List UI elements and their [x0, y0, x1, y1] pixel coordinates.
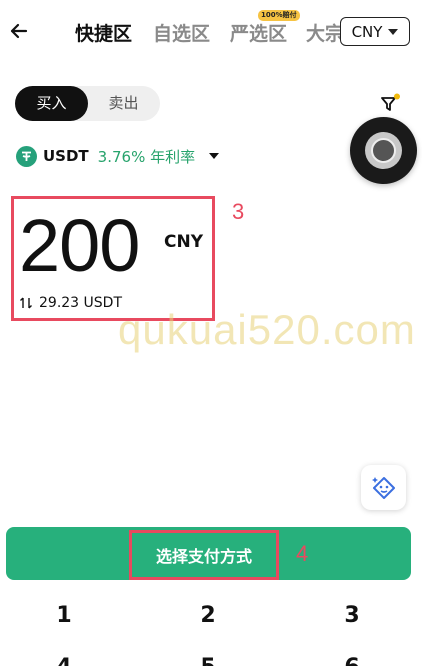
sparkle-face-icon: [371, 476, 395, 499]
converted-amount[interactable]: 29.23 USDT: [19, 295, 122, 311]
floating-action-button[interactable]: [350, 117, 417, 184]
coin-selector[interactable]: USDT 3.76% 年利率: [16, 145, 220, 167]
swap-icon: [20, 297, 32, 309]
usdt-icon: [16, 145, 37, 167]
ai-assistant-button[interactable]: [361, 465, 406, 510]
keypad-key[interactable]: 4: [44, 655, 84, 666]
chevron-down-icon: [388, 28, 399, 35]
amount-value: 200: [19, 204, 140, 287]
tab-bulk[interactable]: 大宗: [306, 19, 340, 46]
currency-label: CNY: [351, 22, 383, 41]
keypad-key[interactable]: 2: [188, 603, 228, 628]
chevron-down-icon: [209, 153, 220, 159]
converted-value: 29.23 USDT: [39, 295, 122, 311]
tab-selected[interactable]: 严选区: [230, 19, 287, 46]
annotation-number: 4: [296, 541, 309, 566]
amount-unit: CNY: [164, 232, 204, 252]
filter-icon[interactable]: [380, 93, 402, 115]
back-arrow-icon[interactable]: [6, 18, 32, 44]
pay-method-label[interactable]: 选择支付方式: [129, 530, 279, 580]
sell-tab[interactable]: 卖出: [87, 86, 160, 121]
keypad-key[interactable]: 6: [332, 655, 372, 666]
tab-custom[interactable]: 自选区: [153, 19, 210, 46]
fab-center-icon: [371, 138, 396, 163]
buy-sell-toggle: 买入 卖出: [15, 86, 160, 121]
coin-symbol: USDT: [43, 147, 89, 165]
tab-quick[interactable]: 快捷区: [75, 19, 132, 46]
top-bar: 快捷区 自选区 严选区 100%赔付 大宗 CNY: [0, 0, 422, 62]
watermark: qukuai520.com: [118, 306, 416, 353]
promo-badge: 100%赔付: [258, 10, 300, 21]
currency-selector[interactable]: CNY: [340, 17, 410, 46]
keypad-key[interactable]: 5: [188, 655, 228, 666]
buy-tab[interactable]: 买入: [15, 86, 88, 121]
keypad-key[interactable]: 1: [44, 603, 84, 628]
annotation-number: 3: [232, 199, 245, 224]
amount-display: 200 CNY 29.23 USDT: [11, 196, 215, 321]
coin-rate: 3.76% 年利率: [97, 147, 196, 166]
keypad-key[interactable]: 3: [332, 603, 372, 628]
